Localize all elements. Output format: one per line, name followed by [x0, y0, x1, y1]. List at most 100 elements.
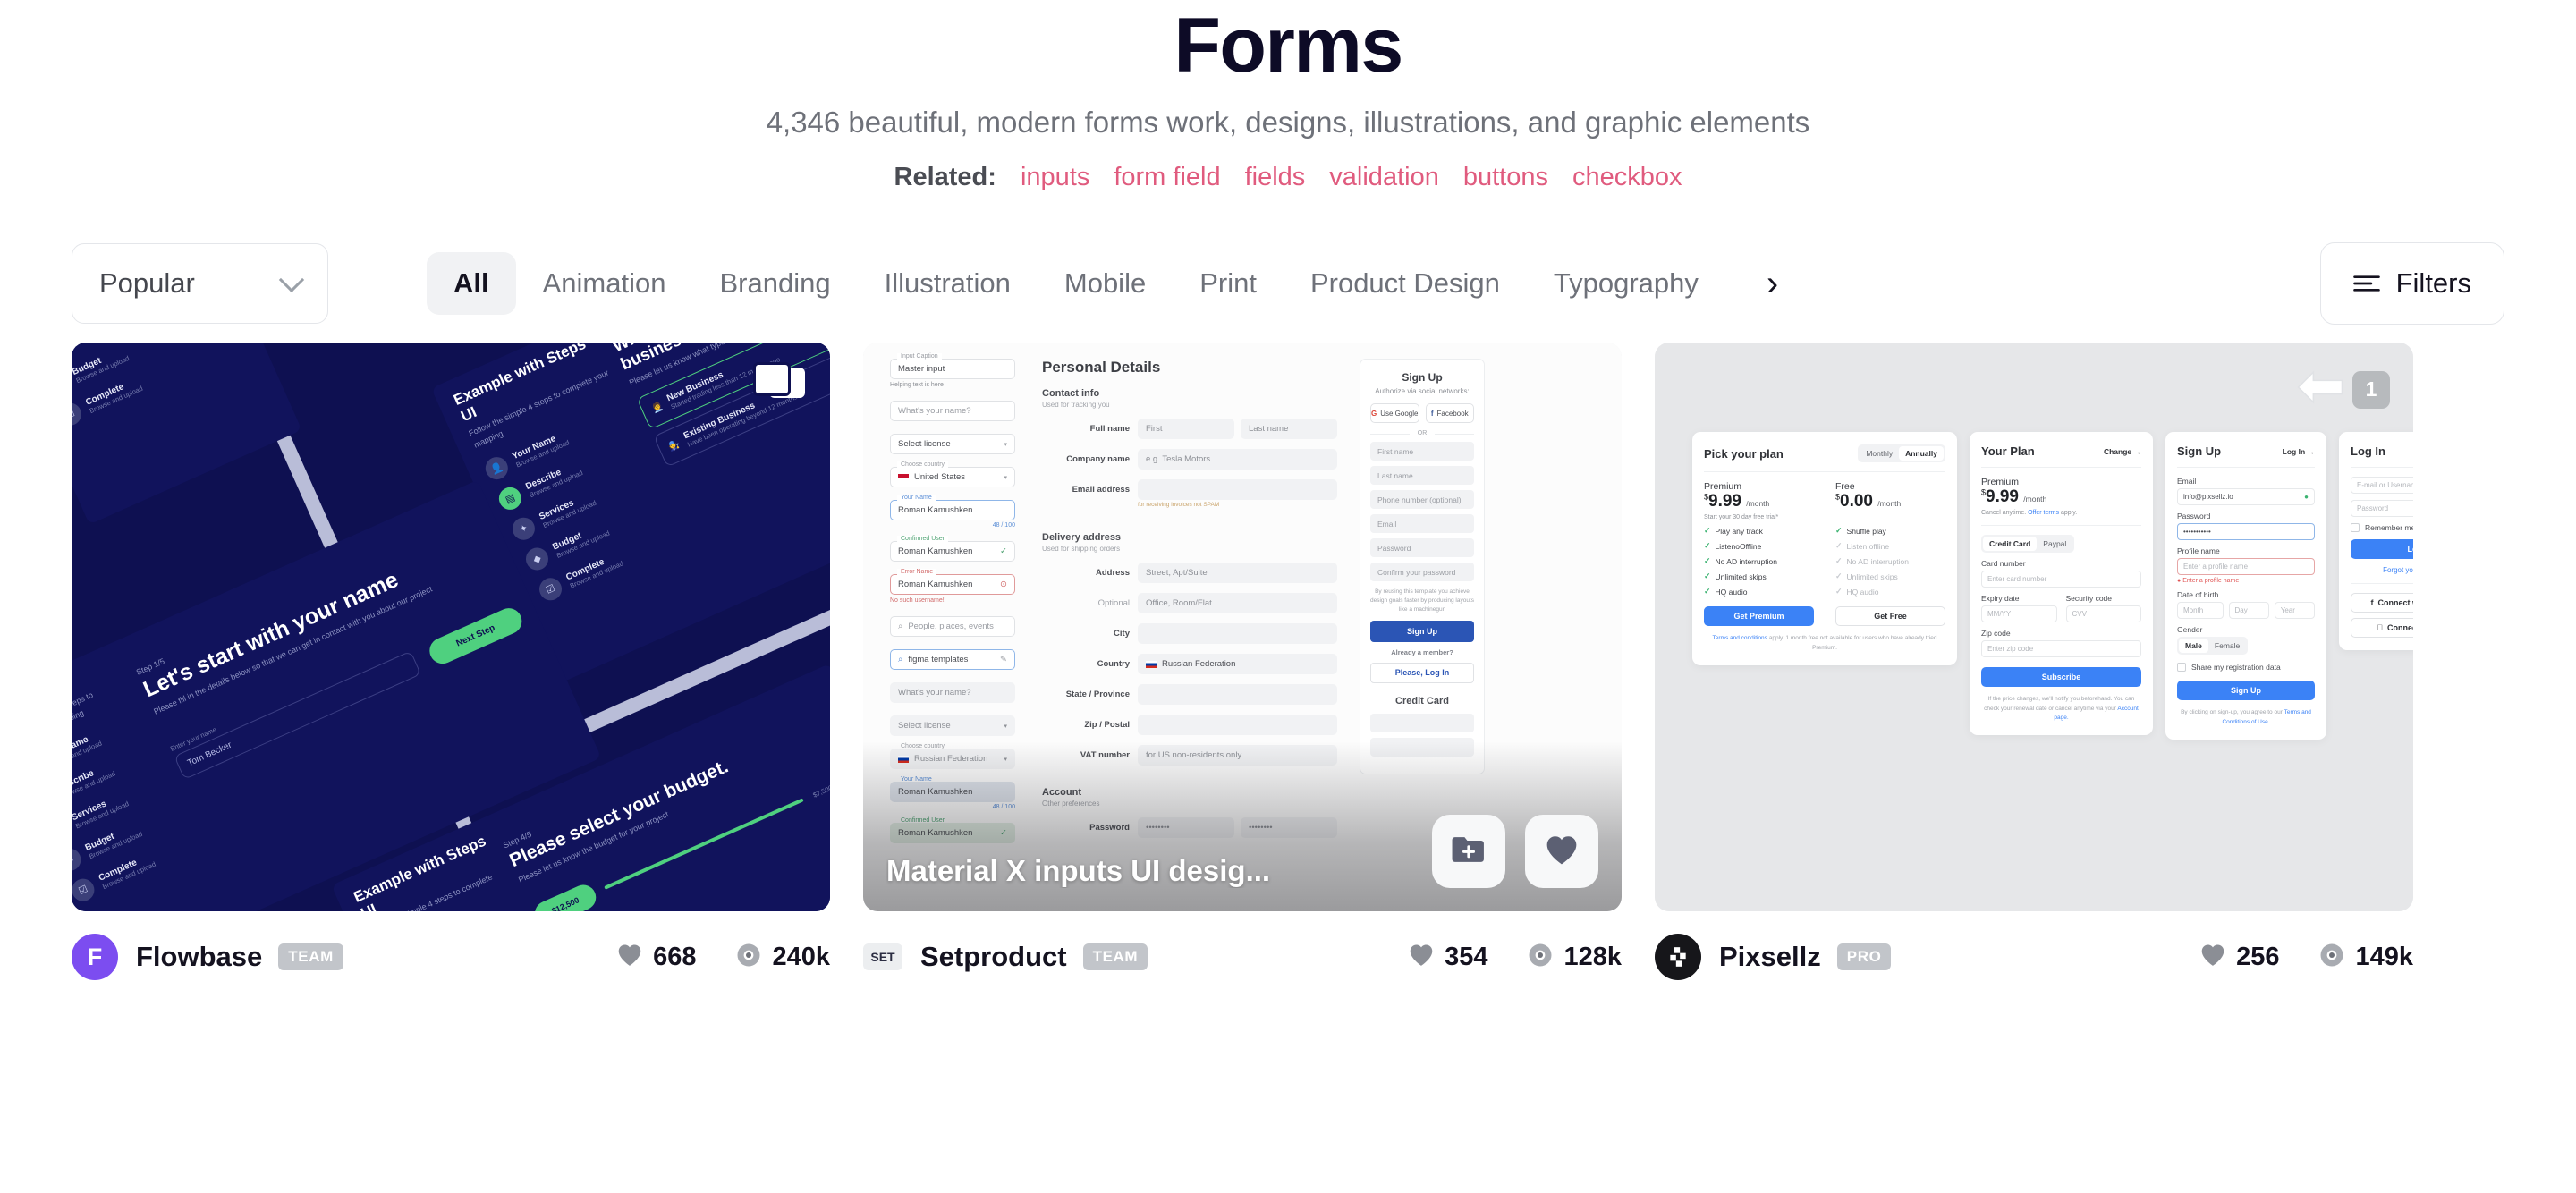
related-link-form-field[interactable]: form field	[1114, 163, 1220, 192]
select-license[interactable]: Select license ▾	[890, 434, 1015, 455]
field-email-username[interactable]: E-mail or Username	[2351, 477, 2413, 495]
search-input-places[interactable]: ⌕ People, places, events	[890, 616, 1015, 638]
shot-thumbnail[interactable]: Input Caption Master input Helping text i…	[863, 343, 1622, 912]
tab-animation[interactable]: Animation	[516, 252, 693, 315]
google-signup-button[interactable]: G Use Google	[1370, 403, 1419, 424]
connect-apple-button[interactable]: Connect with Apple	[2351, 618, 2413, 639]
gender-male[interactable]: Male	[2179, 639, 2208, 654]
login-submit-button[interactable]: Log In	[2351, 539, 2413, 560]
field-last[interactable]: Last name	[1241, 419, 1337, 440]
sort-dropdown[interactable]: Popular	[72, 243, 328, 325]
author-name[interactable]: Setproduct	[920, 941, 1067, 973]
tab-all[interactable]: All	[427, 252, 516, 316]
author-name[interactable]: Pixsellz	[1719, 941, 1821, 973]
field-confirm-password[interactable]: Confirm your password	[1370, 563, 1474, 582]
signup-submit-button[interactable]: Sign Up	[2177, 681, 2315, 701]
field-last-name[interactable]: Last name	[1370, 466, 1474, 486]
field-card-number[interactable]	[1370, 713, 1474, 732]
subscribe-button[interactable]: Subscribe	[1981, 667, 2141, 688]
remember-me-checkbox[interactable]	[2351, 523, 2360, 533]
field-state[interactable]	[1138, 684, 1337, 706]
check-icon: ✓	[1000, 546, 1007, 557]
input-name-filled[interactable]: What's your name?	[890, 682, 1015, 704]
forgot-password-link[interactable]: Forgot your password?	[2351, 566, 2413, 574]
tab-illustration[interactable]: Illustration	[858, 252, 1038, 315]
cancel-note: Cancel anytime. Offer terms apply.	[1981, 510, 2078, 517]
field-city[interactable]	[1138, 623, 1337, 645]
gender-female[interactable]: Female	[2208, 639, 2246, 653]
method-credit-card[interactable]: Credit Card	[1983, 537, 2038, 552]
field-password[interactable]: Password	[2351, 500, 2413, 518]
related-link-checkbox[interactable]: checkbox	[1572, 163, 1682, 192]
facebook-signup-button[interactable]: f Facebook	[1425, 403, 1474, 424]
input-name-placeholder[interactable]: What's your name?	[890, 401, 1015, 422]
change-plan-link[interactable]: Change →	[2104, 447, 2141, 456]
chevron-right-icon[interactable]: ›	[1745, 262, 1800, 305]
connect-facebook-button[interactable]: fConnect with Facebook	[2351, 593, 2413, 613]
related-link-validation[interactable]: validation	[1329, 163, 1439, 192]
related-link-inputs[interactable]: inputs	[1021, 163, 1089, 192]
tab-print[interactable]: Print	[1173, 252, 1284, 315]
shot-title[interactable]: Material X inputs UI desig...	[886, 854, 1432, 888]
tab-branding[interactable]: Branding	[692, 252, 857, 315]
cursor-arrow-icon	[2297, 369, 2343, 410]
save-to-collection-button[interactable]	[1432, 815, 1505, 889]
field-password[interactable]: Password	[1370, 538, 1474, 558]
field-password[interactable]: •••••••••••	[2177, 523, 2315, 541]
avatar[interactable]: F	[72, 934, 118, 981]
toggle-monthly[interactable]: Monthly	[1860, 446, 1899, 461]
field-phone[interactable]: Phone number (optional)	[1370, 490, 1474, 510]
login-link[interactable]: Log In →	[2283, 447, 2315, 456]
share-data-checkbox[interactable]	[2177, 663, 2186, 673]
method-paypal[interactable]: Paypal	[2037, 537, 2072, 551]
field-country[interactable]: Russian Federation	[1138, 654, 1337, 675]
field-cvv[interactable]: CVV	[2065, 605, 2141, 623]
field-dob-month[interactable]: Month	[2177, 602, 2224, 620]
tab-product-design[interactable]: Product Design	[1284, 252, 1527, 315]
input-confirmed-user[interactable]: Confirmed User Roman Kamushken ✓	[890, 536, 1015, 563]
like-button[interactable]	[1525, 815, 1598, 889]
login-button[interactable]: Please, Log In	[1370, 662, 1474, 683]
avatar[interactable]	[1655, 934, 1701, 981]
avatar[interactable]: SET	[863, 943, 902, 971]
shot-thumbnail[interactable]: ◆ Budget Browse and upload ☑ Complete Br…	[72, 343, 830, 912]
field-email[interactable]: Email	[1370, 514, 1474, 534]
payment-method-toggle[interactable]: Credit Card Paypal	[1981, 535, 2075, 554]
get-premium-button[interactable]: Get Premium	[1704, 606, 1814, 627]
field-optional[interactable]: Office, Room/Flat	[1138, 593, 1337, 614]
author-name[interactable]: Flowbase	[136, 941, 262, 973]
field-profile-name[interactable]: Enter a profile name	[2177, 558, 2315, 576]
related-link-fields[interactable]: fields	[1245, 163, 1306, 192]
field-zip[interactable]	[1138, 715, 1337, 736]
grey-panel-collage: 1 Pick your plan Monthly Annually Premiu…	[1655, 343, 2413, 912]
select-country-us[interactable]: Choose country United States ▾	[890, 461, 1015, 488]
form-row: City	[1042, 623, 1337, 645]
field-card-number[interactable]: Enter card number	[1981, 571, 2141, 588]
field-zip[interactable]: Enter zip code	[1981, 640, 2141, 658]
gender-toggle[interactable]: Male Female	[2177, 637, 2249, 656]
signup-submit-button[interactable]: Sign Up	[1370, 620, 1474, 642]
get-free-button[interactable]: Get Free	[1835, 606, 1945, 627]
search-input-figma[interactable]: ⌕ figma templates ✎	[890, 649, 1015, 671]
select-license-filled[interactable]: Select license ▾	[890, 715, 1015, 737]
next-step-button[interactable]: Next Step	[425, 604, 526, 669]
field-address[interactable]: Street, Apt/Suite	[1138, 563, 1337, 584]
tab-mobile[interactable]: Mobile	[1038, 252, 1173, 315]
toggle-annually[interactable]: Annually	[1899, 446, 1944, 461]
field-email[interactable]: info@pixsellz.io ●	[2177, 488, 2315, 506]
field-dob-year[interactable]: Year	[2274, 602, 2315, 620]
input-master[interactable]: Input Caption Master input	[890, 353, 1015, 380]
input-error-name[interactable]: Error Name Roman Kamushken ⊙	[890, 569, 1015, 596]
field-company[interactable]: e.g. Tesla Motors	[1138, 449, 1337, 470]
field-dob-day[interactable]: Day	[2228, 602, 2269, 620]
tab-typography[interactable]: Typography	[1527, 252, 1725, 315]
field-first-name[interactable]: First name	[1370, 442, 1474, 461]
field-first[interactable]: First	[1138, 419, 1234, 440]
field-email[interactable]	[1138, 479, 1337, 501]
billing-toggle[interactable]: Monthly Annually	[1858, 444, 1945, 463]
related-link-buttons[interactable]: buttons	[1463, 163, 1548, 192]
input-your-name-focus[interactable]: Your Name Roman Kamushken	[890, 495, 1015, 521]
field-expiry[interactable]: MM/YY	[1981, 605, 2057, 623]
filters-button[interactable]: Filters	[2319, 242, 2504, 326]
shot-thumbnail[interactable]: 1 Pick your plan Monthly Annually Premiu…	[1655, 343, 2413, 912]
